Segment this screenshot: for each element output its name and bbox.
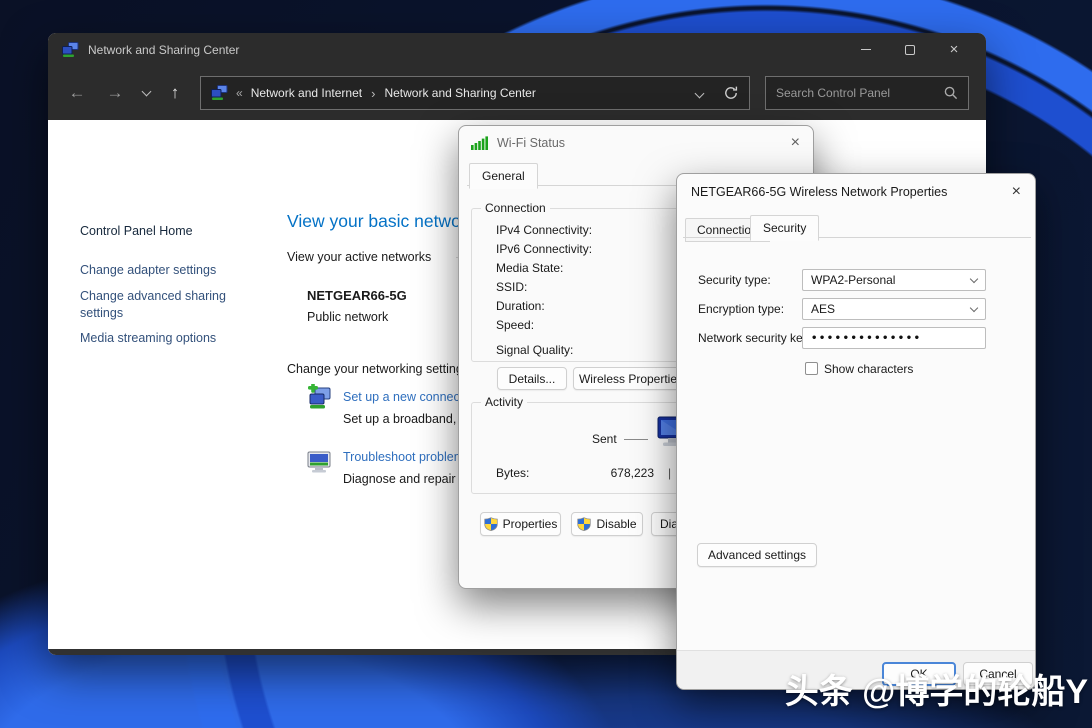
wifi-status-titlebar[interactable]: Wi-Fi Status ×: [459, 126, 813, 160]
security-type-value: WPA2-Personal: [811, 273, 895, 287]
encryption-type-label: Encryption type:: [698, 302, 784, 316]
tab-general[interactable]: General: [469, 163, 538, 189]
network-security-key-label: Network security key: [698, 331, 809, 345]
breadcrumb-separator-icon: ›: [371, 86, 375, 101]
change-settings-label: Change your networking settings: [287, 362, 469, 376]
duration-label: Duration:: [496, 299, 545, 313]
search-input[interactable]: [776, 86, 944, 100]
wifi-status-title: Wi-Fi Status: [497, 136, 565, 150]
properties-title: NETGEAR66-5G Wireless Network Properties: [691, 185, 947, 199]
watermark-text: 头条 @博学的轮船Y: [785, 664, 1088, 713]
breadcrumb[interactable]: « Network and Internet › Network and Sha…: [200, 76, 750, 110]
bytes-separator: |: [668, 466, 671, 480]
disable-button-label: Disable: [596, 517, 636, 531]
chevron-down-icon: [970, 274, 978, 282]
network-name: NETGEAR66-5G: [307, 288, 407, 303]
sidebar-item-change-adapter-settings[interactable]: Change adapter settings: [80, 263, 216, 277]
tab-security[interactable]: Security: [750, 215, 819, 241]
breadcrumb-item-network-sharing-center[interactable]: Network and Sharing Center: [384, 86, 535, 100]
wireless-properties-dialog: NETGEAR66-5G Wireless Network Properties…: [676, 173, 1036, 690]
chevron-down-icon: [970, 303, 978, 311]
back-button[interactable]: ←: [64, 80, 90, 106]
troubleshoot-icon: [306, 450, 332, 474]
uac-shield-icon: [484, 517, 498, 531]
ssid-label: SSID:: [496, 280, 527, 294]
signal-quality-label: Signal Quality:: [496, 343, 573, 357]
media-state-label: Media State:: [496, 261, 563, 275]
encryption-type-dropdown[interactable]: AES: [802, 298, 986, 320]
network-security-key-field[interactable]: [802, 327, 986, 349]
show-characters-label: Show characters: [824, 362, 913, 376]
security-type-label: Security type:: [698, 273, 771, 287]
activity-group-label: Activity: [481, 395, 527, 409]
sidebar-item-media-streaming-options[interactable]: Media streaming options: [80, 331, 216, 345]
network-breadcrumb-icon: [211, 85, 228, 101]
disable-button[interactable]: Disable: [571, 512, 643, 536]
sidebar-item-control-panel-home[interactable]: Control Panel Home: [80, 224, 193, 238]
wifi-properties-button-label: Properties: [503, 517, 558, 531]
maximize-button[interactable]: [888, 33, 932, 66]
wifi-signal-icon: [471, 136, 491, 150]
network-type: Public network: [307, 310, 388, 324]
search-icon[interactable]: [944, 86, 958, 100]
active-networks-label: View your active networks: [287, 250, 431, 264]
close-button[interactable]: ×: [932, 33, 976, 66]
advanced-settings-button[interactable]: Advanced settings: [697, 543, 817, 567]
refresh-icon[interactable]: [723, 85, 739, 101]
bytes-label: Bytes:: [496, 466, 529, 480]
properties-titlebar[interactable]: NETGEAR66-5G Wireless Network Properties…: [677, 174, 1035, 210]
details-button[interactable]: Details...: [497, 367, 567, 390]
network-app-icon: [62, 42, 79, 58]
ipv4-connectivity-label: IPv4 Connectivity:: [496, 223, 592, 237]
search-box[interactable]: [765, 76, 969, 110]
setup-connection-icon: [306, 384, 334, 412]
properties-close-icon[interactable]: ×: [1012, 183, 1021, 201]
window-title: Network and Sharing Center: [88, 43, 239, 57]
sidebar-item-change-advanced-sharing[interactable]: Change advanced sharing settings: [80, 288, 236, 322]
navigation-toolbar: ← → ↑ « Network and Internet › Network a…: [48, 66, 986, 120]
wifi-status-close-icon[interactable]: ×: [791, 134, 800, 152]
ipv6-connectivity-label: IPv6 Connectivity:: [496, 242, 592, 256]
minimize-button[interactable]: [844, 33, 888, 66]
up-button[interactable]: ↑: [162, 80, 188, 106]
connection-group-label: Connection: [481, 201, 550, 215]
breadcrumb-item-network-and-internet[interactable]: Network and Internet: [251, 86, 362, 100]
show-characters-checkbox[interactable]: [805, 362, 818, 375]
task-troubleshoot-link[interactable]: Troubleshoot problems: [343, 450, 470, 464]
properties-tabline: [683, 237, 1031, 238]
desktop: Network and Sharing Center × ← → ↑ « Net…: [0, 0, 1092, 728]
uac-shield-icon: [577, 517, 591, 531]
breadcrumb-collapse-icon[interactable]: «: [236, 86, 243, 100]
sent-dash: [624, 439, 648, 440]
security-type-dropdown[interactable]: WPA2-Personal: [802, 269, 986, 291]
address-dropdown-chevron-icon[interactable]: [696, 84, 703, 102]
wireless-properties-button[interactable]: Wireless Properties: [573, 367, 689, 390]
speed-label: Speed:: [496, 318, 534, 332]
sent-label: Sent: [592, 432, 617, 446]
see-also-heading: See also: [80, 654, 129, 655]
encryption-type-value: AES: [811, 302, 835, 316]
wifi-properties-button[interactable]: Properties: [480, 512, 561, 536]
recent-pages-chevron-icon[interactable]: [136, 80, 156, 106]
window-titlebar[interactable]: Network and Sharing Center ×: [48, 33, 986, 66]
bytes-sent-value: 678,223: [590, 466, 654, 480]
forward-button[interactable]: →: [102, 80, 128, 106]
